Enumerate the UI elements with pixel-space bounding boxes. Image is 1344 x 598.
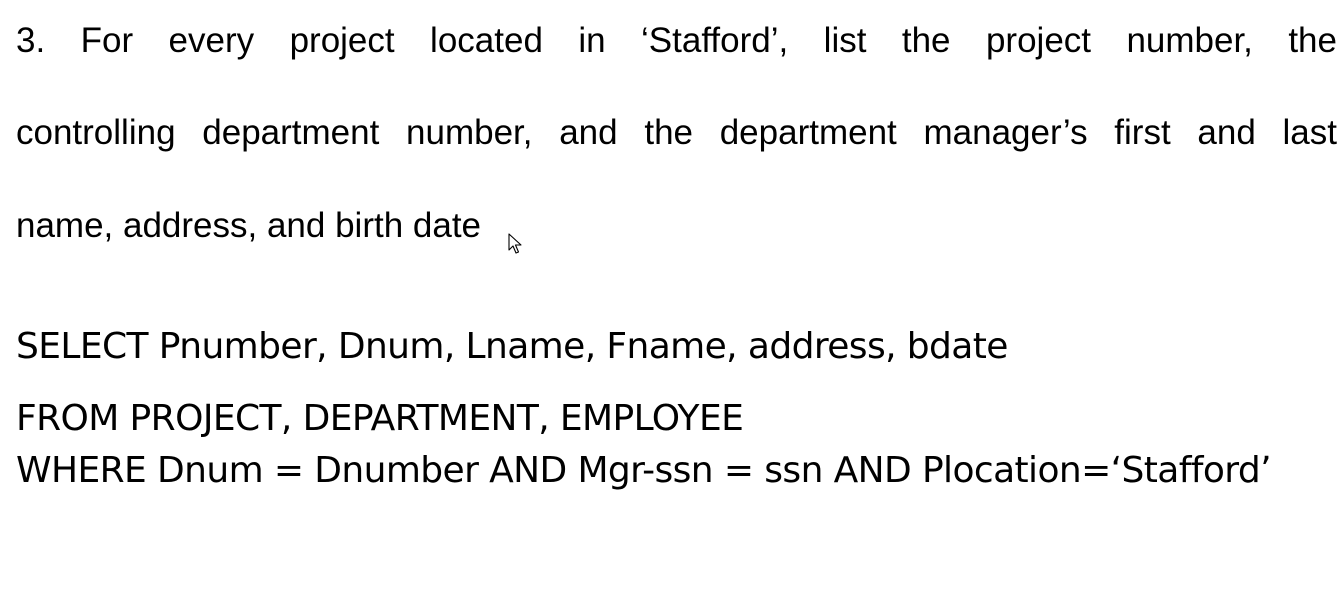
sql-from-clause: FROM PROJECT, DEPARTMENT, EMPLOYEE [16, 398, 744, 439]
question-line-3: name, address, and birth date [16, 206, 482, 245]
mouse-pointer-icon [508, 233, 522, 254]
question-line-2: controlling department number, and the d… [16, 113, 1337, 152]
sql-select-clause: SELECT Pnumber, Dnum, Lname, Fname, addr… [16, 326, 1008, 367]
sql-where-clause: WHERE Dnum = Dnumber AND Mgr-ssn = ssn A… [16, 450, 1272, 491]
question-line-1: 3. For every project located in ‘Staffor… [16, 21, 1337, 60]
